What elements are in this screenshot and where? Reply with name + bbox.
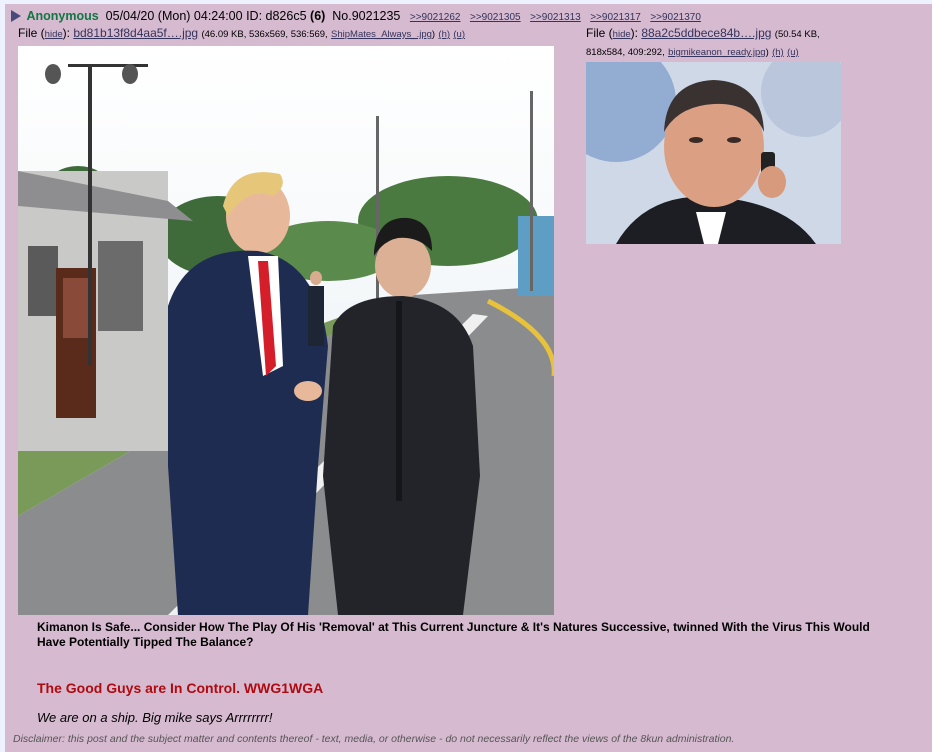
- poster-name: Anonymous: [26, 9, 99, 23]
- hide-file-link[interactable]: hide: [45, 29, 63, 40]
- file2-origname-link[interactable]: bigmikeanon_ready.jpg: [668, 47, 766, 58]
- post-body-line-3: We are on a ship. Big mike says Arrrrrrr…: [37, 710, 273, 725]
- post-menu-arrow-icon[interactable]: [11, 10, 21, 22]
- file2-image-drawing: [586, 62, 841, 244]
- file2-info: File (hide): 88a2c5ddbece84b….jpg (50.54…: [586, 25, 866, 61]
- backlink[interactable]: >>9021313: [530, 12, 581, 23]
- file2-meta: (50.54 KB,: [774, 29, 820, 40]
- backlink[interactable]: >>9021370: [650, 12, 701, 23]
- poster-id[interactable]: d826c5: [266, 9, 307, 23]
- file2-h-link[interactable]: (h): [772, 47, 784, 58]
- file2-u-link[interactable]: (u): [787, 47, 799, 58]
- file1-u-link[interactable]: (u): [453, 29, 465, 40]
- file-close: ): [765, 47, 769, 58]
- post-number[interactable]: No.9021235: [332, 9, 400, 23]
- post-intro: Anonymous 05/04/20 (Mon) 04:24:00 ID: d8…: [11, 8, 701, 26]
- file2-meta-2: 818x584, 409:292,: [586, 47, 665, 58]
- post-body-redtext: The Good Guys are In Control. WWG1WGA: [37, 680, 324, 696]
- id-label: ID:: [246, 9, 263, 23]
- file-label: File (: [586, 26, 613, 40]
- file2-name-link[interactable]: 88a2c5ddbece84b….jpg: [641, 26, 771, 40]
- file2-image[interactable]: [586, 62, 841, 244]
- backlink[interactable]: >>9021317: [590, 12, 641, 23]
- file-sep: ):: [630, 26, 638, 40]
- file1-h-link[interactable]: (h): [438, 29, 450, 40]
- post-container: Anonymous 05/04/20 (Mon) 04:24:00 ID: d8…: [5, 4, 932, 752]
- post-body-line-1: Kimanon Is Safe... Consider How The Play…: [37, 620, 870, 649]
- backlink[interactable]: >>9021305: [470, 12, 521, 23]
- file1-origname-link[interactable]: ShipMates_Always_.jpg: [331, 29, 432, 40]
- hide-file-link[interactable]: hide: [613, 29, 631, 40]
- id-post-count: (6): [310, 9, 326, 23]
- post-date: 05/04/20 (Mon) 04:24:00: [105, 9, 243, 23]
- file1-info: File (hide): bd81b13f8d4aa5f….jpg (46.09…: [18, 25, 465, 43]
- file1-name-link[interactable]: bd81b13f8d4aa5f….jpg: [73, 26, 198, 40]
- file-label: File (: [18, 26, 45, 40]
- backlink[interactable]: >>9021262: [410, 12, 461, 23]
- post-disclaimer: Disclaimer: this post and the subject ma…: [13, 733, 735, 745]
- file1-image[interactable]: [18, 46, 554, 615]
- file1-meta: (46.09 KB, 536x569, 536:569,: [201, 29, 328, 40]
- file-sep: ):: [62, 26, 70, 40]
- file1-image-drawing: [18, 46, 554, 615]
- file-close: ): [431, 29, 436, 40]
